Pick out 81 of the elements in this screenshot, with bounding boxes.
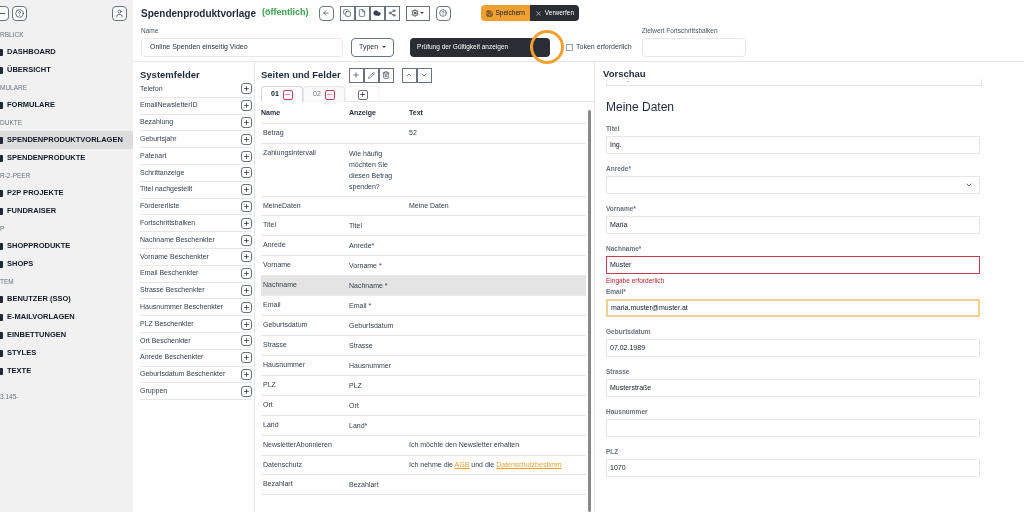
plus-icon [243,337,250,345]
plus-icon [243,119,250,126]
add-button[interactable] [241,200,252,212]
section-heading: Meine Daten [606,99,676,116]
save-icon [485,9,493,17]
add-button[interactable] [241,352,252,364]
page-title: Spendenproduktvorlage [141,6,256,21]
checkbox[interactable] [566,43,574,51]
cloud-icon [373,9,381,17]
plus-icon [243,135,250,143]
add-button[interactable] [241,318,252,330]
plus-icon [243,202,250,210]
plus-icon [243,320,250,328]
plus-icon [243,102,250,110]
add-button[interactable] [241,368,252,380]
add-button[interactable] [241,83,252,95]
remove-icon [282,89,293,100]
share-icon [388,9,396,17]
caret-icon [382,46,387,49]
add-button[interactable] [241,133,252,145]
move-up-button[interactable] [401,67,417,83]
settings-button[interactable] [405,5,430,21]
up-icon [405,71,414,79]
user-button[interactable] [112,5,127,21]
panel-title: Systemfelder [140,68,201,81]
scrollbar[interactable] [588,110,591,512]
plus-icon [243,236,250,244]
pencil-icon [367,71,375,79]
add-button[interactable] [241,385,252,397]
add-button[interactable] [241,284,252,296]
panel-title: Vorschau [603,67,647,79]
trash-icon [382,71,391,79]
down-icon [420,71,429,79]
plus-icon [243,270,250,278]
plus-icon [243,286,250,294]
select-field[interactable] [606,176,980,194]
add-button[interactable] [241,251,252,263]
copy-button[interactable] [339,5,355,21]
add-button[interactable] [241,167,252,179]
plus-icon [352,71,361,79]
help-button[interactable] [12,5,27,21]
remove-icon [324,89,335,100]
input-field[interactable] [606,418,980,437]
add-button[interactable] [241,268,252,280]
back-icon [322,9,330,17]
plus-icon [243,85,250,93]
help-icon [439,9,447,17]
user-icon [115,8,124,18]
add-button[interactable] [241,117,252,128]
panel-title: Seiten und Felder [261,67,341,82]
plus-icon [243,370,250,378]
copy-icon [343,9,351,17]
target-field[interactable] [641,37,746,57]
settings-icon [411,9,419,17]
add-button[interactable] [241,335,252,347]
add-button[interactable] [348,67,364,83]
add-button[interactable] [241,301,252,313]
plus-icon [243,219,250,227]
plus-icon [357,89,368,100]
help-button[interactable] [435,5,451,21]
plus-icon [243,169,250,177]
plus-icon [243,152,250,160]
add-page-tab[interactable] [345,86,380,102]
plus-icon [243,354,250,362]
add-button[interactable] [241,100,252,112]
plus-icon [243,387,250,395]
caret-icon [420,12,424,14]
close-icon [534,9,542,17]
plus-icon [243,253,250,261]
add-button[interactable] [241,184,252,196]
plus-icon [243,186,250,194]
plus-icon [243,303,250,311]
status-label: (öffentlich) [262,6,309,20]
highlight-ring [530,29,565,64]
add-button[interactable] [241,150,252,162]
add-button[interactable] [241,217,252,229]
add-button[interactable] [241,234,252,246]
back-button[interactable] [318,5,334,21]
document-icon [358,9,366,17]
help-icon [15,8,24,18]
chevron-icon [965,181,973,189]
